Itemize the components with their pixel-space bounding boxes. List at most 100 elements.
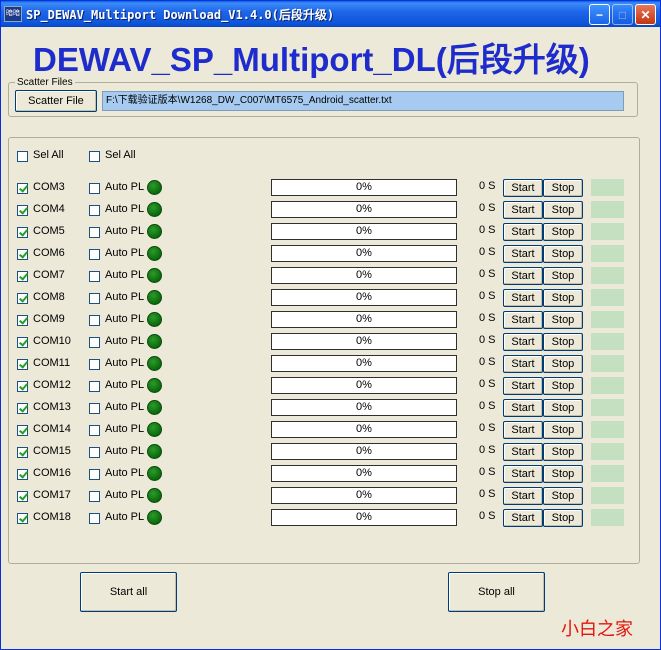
auto-pl-checkbox[interactable] — [89, 315, 100, 326]
port-checkbox[interactable] — [17, 205, 28, 216]
port-stop-button[interactable]: Stop — [543, 267, 583, 285]
auto-pl-checkbox[interactable] — [89, 403, 100, 414]
auto-pl-checkbox[interactable] — [89, 469, 100, 480]
port-start-button[interactable]: Start — [503, 443, 543, 461]
port-stop-button[interactable]: Stop — [543, 201, 583, 219]
port-start-button[interactable]: Start — [503, 245, 543, 263]
port-stop-button[interactable]: Stop — [543, 509, 583, 527]
port-start-button[interactable]: Start — [503, 465, 543, 483]
port-start-button[interactable]: Start — [503, 399, 543, 417]
auto-pl-checkbox[interactable] — [89, 183, 100, 194]
status-led-icon — [147, 488, 162, 503]
auto-pl-checkbox[interactable] — [89, 337, 100, 348]
port-start-button[interactable]: Start — [503, 421, 543, 439]
maximize-button[interactable]: □ — [612, 4, 633, 25]
elapsed-time: 0 S — [479, 202, 496, 214]
port-stop-button[interactable]: Stop — [543, 245, 583, 263]
auto-pl-label: Auto PL — [105, 313, 145, 325]
sel-all-checkbox[interactable] — [17, 151, 28, 162]
port-start-button[interactable]: Start — [503, 333, 543, 351]
port-stop-button[interactable]: Stop — [543, 289, 583, 307]
progress-text: 0% — [356, 401, 372, 413]
port-checkbox[interactable] — [17, 513, 28, 524]
port-checkbox[interactable] — [17, 491, 28, 502]
progress-bar: 0% — [271, 289, 457, 306]
close-button[interactable]: ✕ — [635, 4, 656, 25]
auto-pl-checkbox[interactable] — [89, 249, 100, 260]
auto-pl-checkbox[interactable] — [89, 491, 100, 502]
port-stop-button[interactable]: Stop — [543, 223, 583, 241]
port-status-box — [591, 245, 624, 262]
port-stop-button[interactable]: Stop — [543, 377, 583, 395]
auto-pl-checkbox[interactable] — [89, 447, 100, 458]
status-led-icon — [147, 202, 162, 217]
port-stop-button[interactable]: Stop — [543, 399, 583, 417]
port-start-button[interactable]: Start — [503, 487, 543, 505]
port-stop-button[interactable]: Stop — [543, 333, 583, 351]
auto-pl-checkbox[interactable] — [89, 271, 100, 282]
auto-pl-checkbox[interactable] — [89, 205, 100, 216]
status-led-icon — [147, 510, 162, 525]
status-led-icon — [147, 444, 162, 459]
status-led-icon — [147, 466, 162, 481]
auto-pl-checkbox[interactable] — [89, 359, 100, 370]
port-start-button[interactable]: Start — [503, 355, 543, 373]
auto-pl-checkbox[interactable] — [89, 227, 100, 238]
port-start-button[interactable]: Start — [503, 201, 543, 219]
auto-pl-checkbox[interactable] — [89, 381, 100, 392]
port-status-box — [591, 355, 624, 372]
port-checkbox[interactable] — [17, 315, 28, 326]
minimize-button[interactable]: − — [589, 4, 610, 25]
port-start-button[interactable]: Start — [503, 289, 543, 307]
title-bar[interactable]: 暗暗 SP_DEWAV_Multiport Download_V1.4.0(后段… — [1, 1, 660, 27]
port-checkbox[interactable] — [17, 425, 28, 436]
port-status-box — [591, 421, 624, 438]
port-start-button[interactable]: Start — [503, 267, 543, 285]
app-banner: DEWAV_SP_Multiport_DL(后段升级) — [33, 41, 590, 78]
elapsed-time: 0 S — [479, 290, 496, 302]
port-stop-button[interactable]: Stop — [543, 179, 583, 197]
port-checkbox[interactable] — [17, 403, 28, 414]
port-stop-button[interactable]: Stop — [543, 311, 583, 329]
port-status-box — [591, 223, 624, 240]
auto-pl-checkbox[interactable] — [89, 425, 100, 436]
port-start-button[interactable]: Start — [503, 509, 543, 527]
port-checkbox[interactable] — [17, 447, 28, 458]
progress-text: 0% — [356, 181, 372, 193]
port-checkbox[interactable] — [17, 293, 28, 304]
port-stop-button[interactable]: Stop — [543, 443, 583, 461]
status-led-icon — [147, 422, 162, 437]
port-stop-button[interactable]: Stop — [543, 487, 583, 505]
port-checkbox[interactable] — [17, 469, 28, 480]
auto-pl-checkbox[interactable] — [89, 513, 100, 524]
progress-text: 0% — [356, 225, 372, 237]
progress-text: 0% — [356, 335, 372, 347]
auto-pl-checkbox[interactable] — [89, 293, 100, 304]
port-checkbox[interactable] — [17, 271, 28, 282]
stop-all-button[interactable]: Stop all — [448, 572, 545, 612]
port-checkbox[interactable] — [17, 249, 28, 260]
port-start-button[interactable]: Start — [503, 223, 543, 241]
start-all-button[interactable]: Start all — [80, 572, 177, 612]
port-start-button[interactable]: Start — [503, 179, 543, 197]
port-checkbox[interactable] — [17, 227, 28, 238]
sel-all-auto-pl-checkbox[interactable] — [89, 151, 100, 162]
port-name: COM7 — [33, 269, 65, 281]
port-checkbox[interactable] — [17, 381, 28, 392]
port-start-button[interactable]: Start — [503, 377, 543, 395]
port-checkbox[interactable] — [17, 359, 28, 370]
scatter-file-button[interactable]: Scatter File — [15, 90, 97, 112]
port-start-button[interactable]: Start — [503, 311, 543, 329]
progress-text: 0% — [356, 445, 372, 457]
port-status-box — [591, 399, 624, 416]
port-checkbox[interactable] — [17, 337, 28, 348]
port-name: COM6 — [33, 247, 65, 259]
progress-bar: 0% — [271, 421, 457, 438]
port-checkbox[interactable] — [17, 183, 28, 194]
scatter-path-field[interactable]: F:\下载验证版本\W1268_DW_C007\MT6575_Android_s… — [102, 91, 624, 111]
port-stop-button[interactable]: Stop — [543, 355, 583, 373]
port-stop-button[interactable]: Stop — [543, 465, 583, 483]
port-status-box — [591, 443, 624, 460]
port-stop-button[interactable]: Stop — [543, 421, 583, 439]
auto-pl-label: Auto PL — [105, 291, 145, 303]
